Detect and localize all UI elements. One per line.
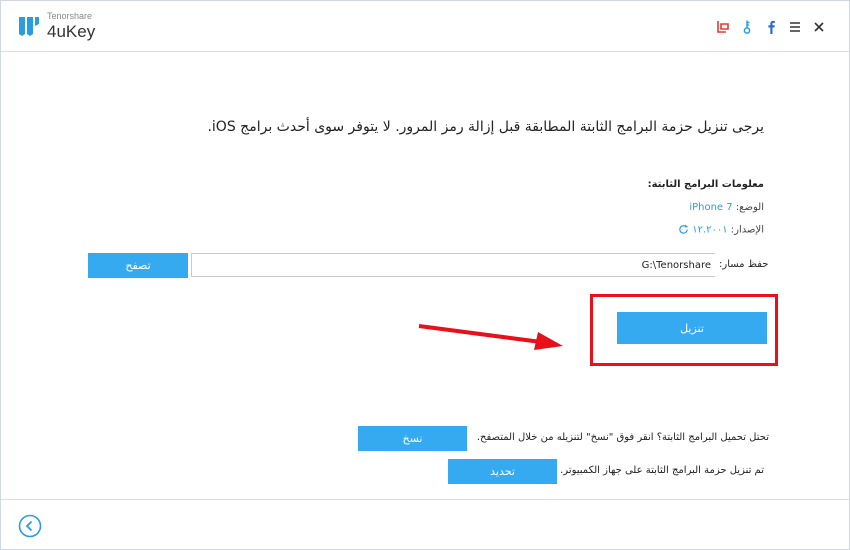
model-value: iPhone 7 xyxy=(689,202,733,213)
refresh-icon[interactable] xyxy=(678,224,689,235)
brand-company: Tenorshare xyxy=(47,11,93,21)
copy-button[interactable]: نسخ xyxy=(358,426,467,451)
arrow-annotation xyxy=(418,324,563,350)
titlebar-icons xyxy=(711,15,831,39)
version-label: الإصدار: xyxy=(730,224,764,236)
firmware-version-row: الإصدار: ١٢.٢٠٠١ xyxy=(678,224,764,236)
cart-icon[interactable] xyxy=(711,15,735,39)
menu-icon[interactable] xyxy=(783,15,807,39)
instruction-text: يرجى تنزيل حزمة البرامج الثابتة المطابقة… xyxy=(207,119,764,135)
save-path-row: G:\Tenorshare حفظ مسار: xyxy=(191,253,781,279)
save-path-input[interactable]: G:\Tenorshare xyxy=(191,253,715,277)
brand-name: 4uKey xyxy=(47,22,96,41)
app-window: Tenorshare 4uKey يرجى تنزيل حزمة البرامج… xyxy=(0,0,850,550)
model-label: الوضع: xyxy=(735,202,764,213)
logo-icon xyxy=(19,17,39,36)
back-arrow-icon[interactable] xyxy=(18,514,42,538)
firmware-info-title: معلومات البرامج الثابتة: xyxy=(647,179,764,190)
footer-divider xyxy=(1,499,849,500)
copy-instruction: تحتل تحميل البرامج الثابتة؟ انقر فوق "نس… xyxy=(476,432,769,443)
browse-button[interactable]: تصفح xyxy=(88,253,188,278)
facebook-icon[interactable] xyxy=(759,15,783,39)
firmware-model-row: الوضع: iPhone 7 xyxy=(689,202,764,213)
key-icon[interactable] xyxy=(735,15,759,39)
select-button[interactable]: تحديد xyxy=(448,459,557,484)
import-instruction: تم تنزيل حزمة البرامج الثابتة على جهاز ا… xyxy=(560,465,764,476)
download-button[interactable]: تنزيل xyxy=(617,312,767,344)
version-value: ١٢.٢٠٠١ xyxy=(692,224,728,236)
save-path-label: حفظ مسار: xyxy=(719,259,769,270)
close-icon[interactable] xyxy=(807,15,831,39)
title-bar: Tenorshare 4uKey xyxy=(1,1,849,52)
